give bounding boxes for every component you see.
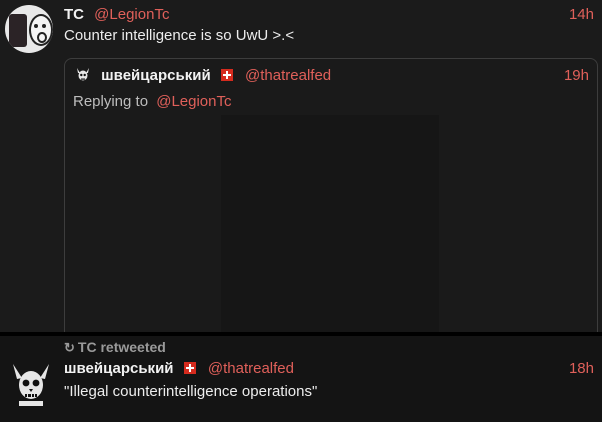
swiss-flag-icon <box>220 69 233 81</box>
tweet-time[interactable]: 14h <box>569 6 594 23</box>
replying-to: Replying to @LegionTc <box>73 93 232 110</box>
retweet-indicator: ↻ TC retweeted <box>64 339 166 356</box>
retweet-text: "Illegal counterintelligence operations" <box>64 383 318 400</box>
author-name[interactable]: TC <box>64 6 84 23</box>
horned-skull-icon[interactable] <box>9 360 53 410</box>
tweet-header: TC @LegionTc 14h <box>64 6 594 23</box>
retweet-item[interactable]: ↻ TC retweeted швейцарський @thatrealfed … <box>0 336 602 422</box>
tweet-item[interactable]: TC @LegionTc 14h Counter intelligence is… <box>0 0 602 360</box>
replying-label: Replying to <box>73 93 149 110</box>
retweet-icon: ↻ <box>64 340 75 355</box>
wojak-avatar-icon[interactable] <box>5 5 53 53</box>
swiss-flag-icon <box>183 362 196 374</box>
horned-skull-icon[interactable] <box>75 67 91 83</box>
replying-handle[interactable]: @LegionTc <box>156 93 231 110</box>
avatar-face <box>29 14 53 46</box>
quoted-author-name[interactable]: швейцарський <box>101 67 211 84</box>
retweet-time[interactable]: 18h <box>569 360 594 377</box>
author-handle[interactable]: @LegionTc <box>94 6 169 23</box>
quoted-tweet[interactable]: швейцарський @thatrealfed 19h Replying t… <box>64 58 598 360</box>
retweet-author-name[interactable]: швейцарський <box>64 360 174 377</box>
retweet-author-handle[interactable]: @thatrealfed <box>208 360 294 377</box>
quoted-author-handle[interactable]: @thatrealfed <box>245 67 331 84</box>
tweet-text: Counter intelligence is so UwU >.< <box>64 27 295 44</box>
retweet-label: TC retweeted <box>77 339 166 355</box>
quoted-header: швейцарський @thatrealfed 19h <box>75 67 589 84</box>
retweet-header: швейцарський @thatrealfed 18h <box>64 360 594 377</box>
quoted-time[interactable]: 19h <box>564 67 589 84</box>
quoted-media[interactable] <box>221 115 439 335</box>
avatar-dark-shape <box>9 14 27 47</box>
